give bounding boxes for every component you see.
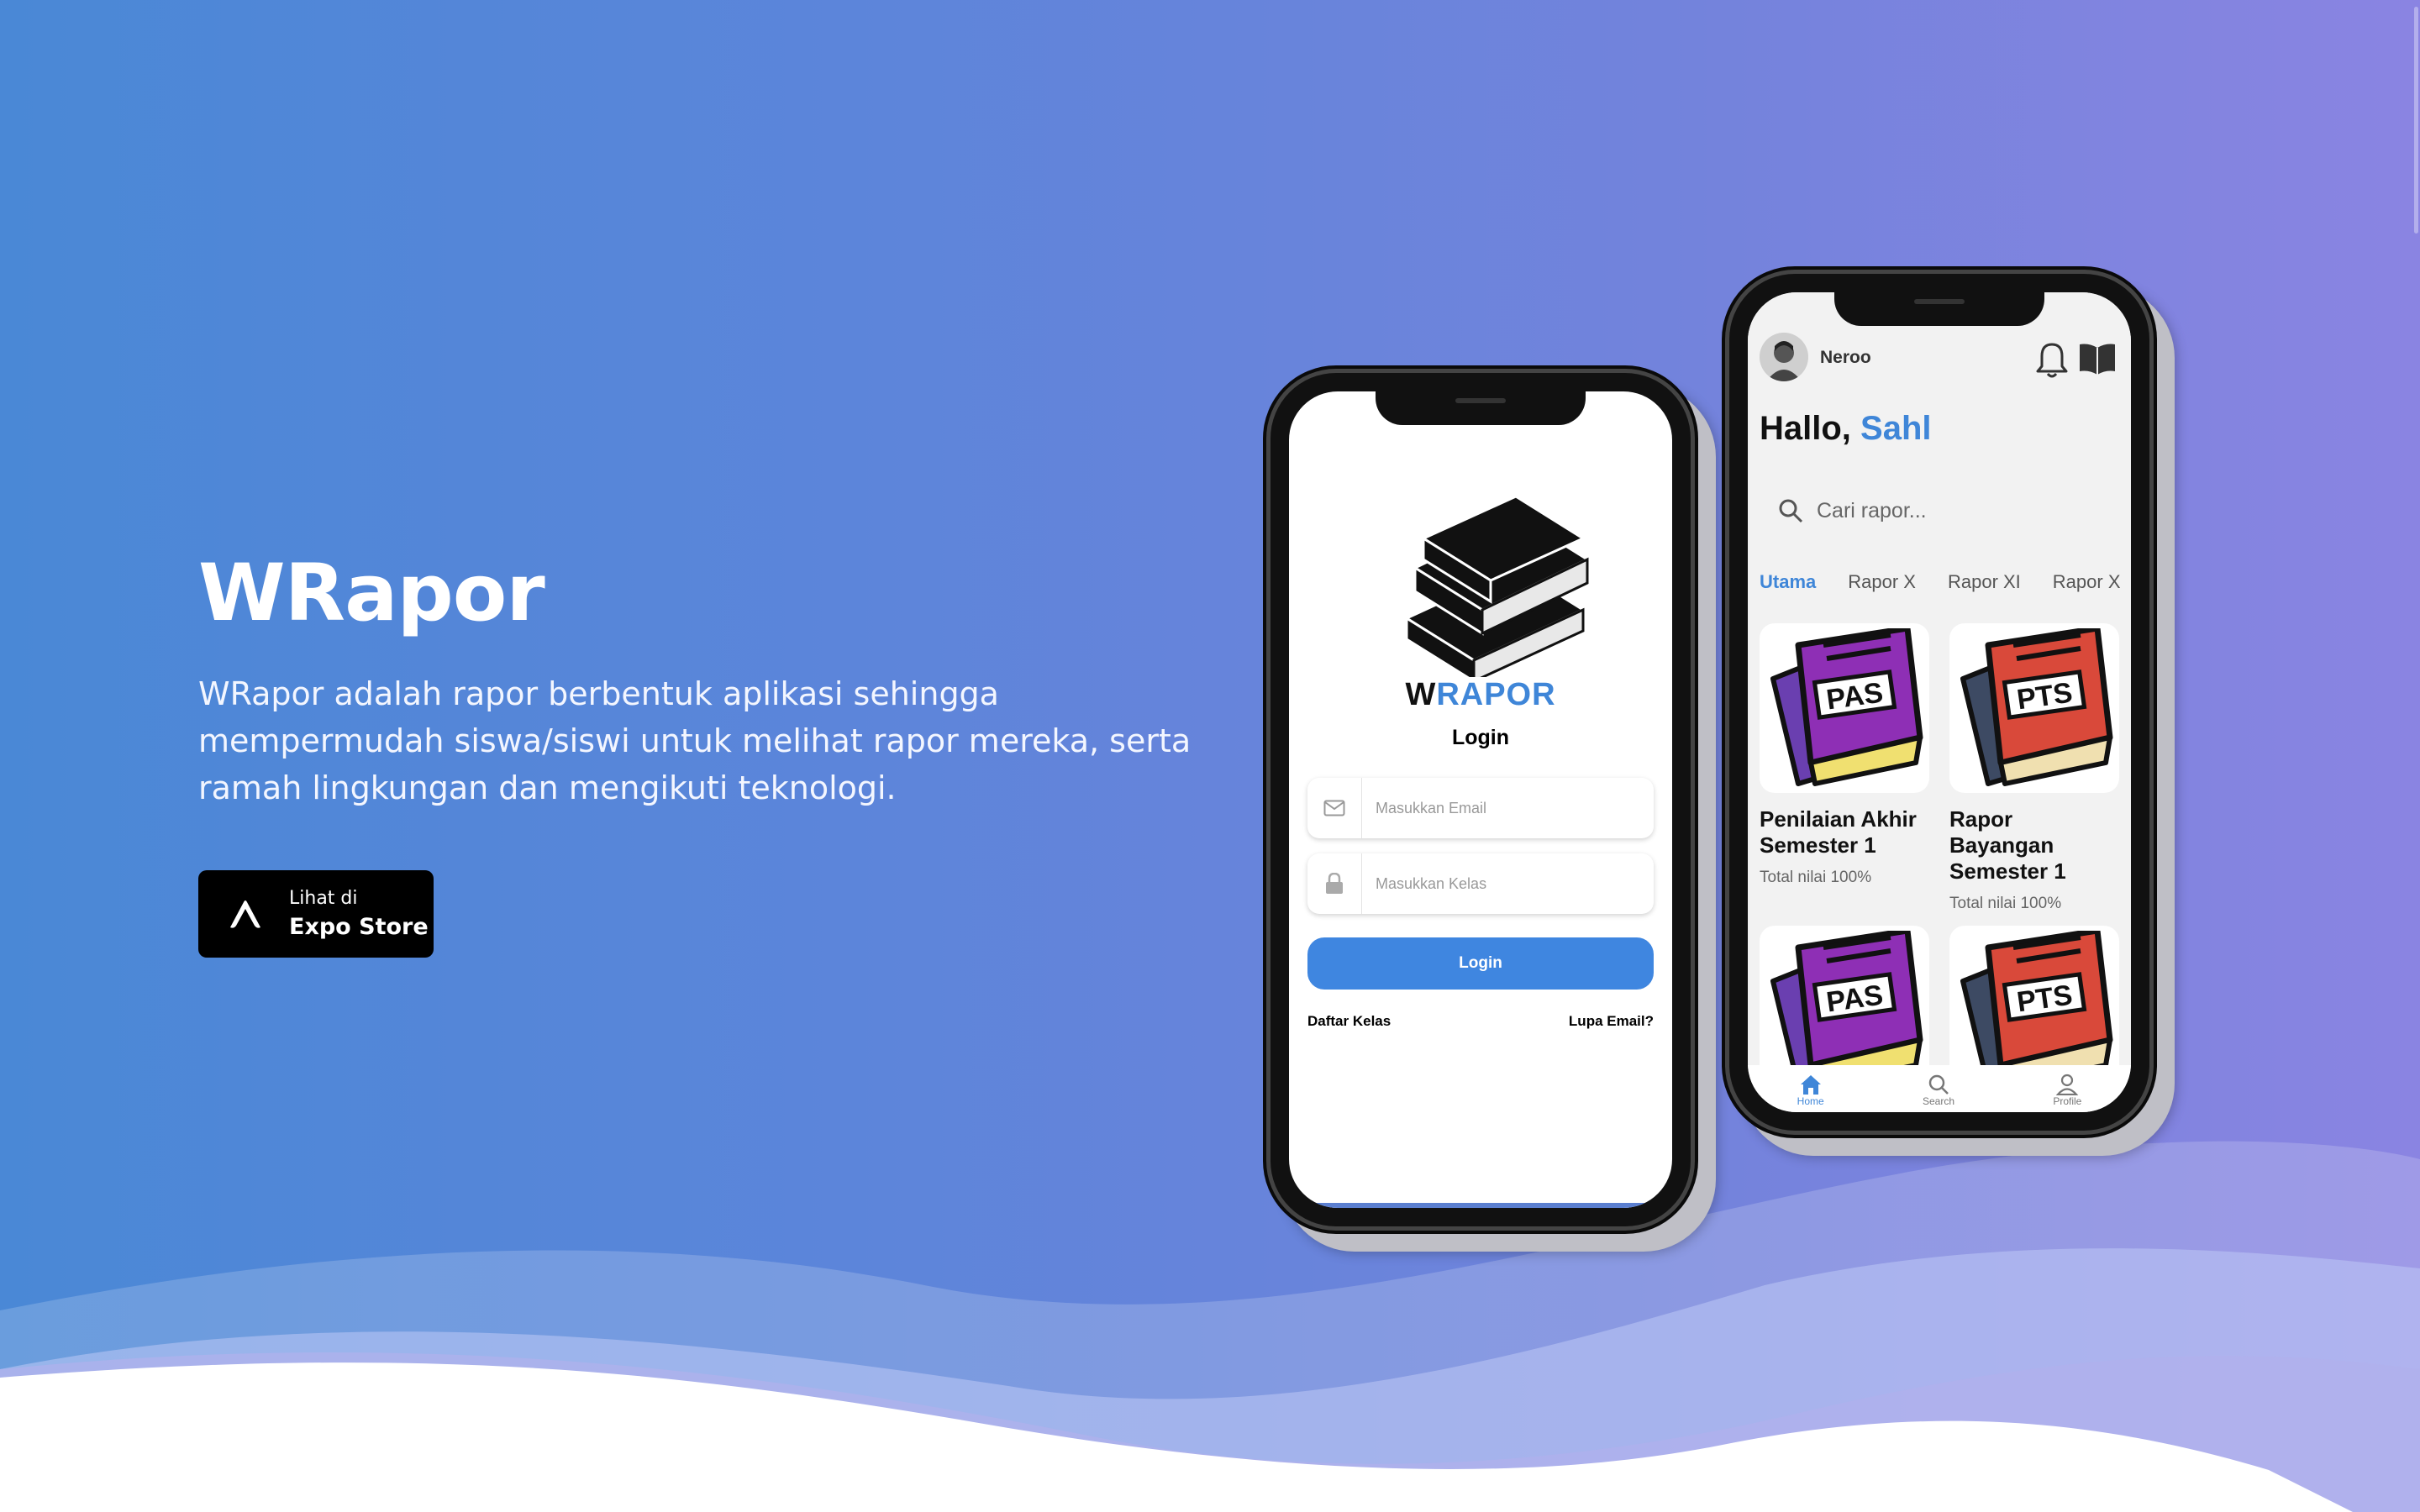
nav-search[interactable]: Search bbox=[1923, 1074, 1954, 1107]
scrollbar[interactable] bbox=[2413, 0, 2420, 1512]
tab-rapor-xi[interactable]: Rapor XI bbox=[1948, 571, 2021, 593]
kelas-field[interactable] bbox=[1307, 853, 1654, 914]
rapor-card[interactable]: PAS Penilaian Akhir Semester 1 Total nil… bbox=[1760, 623, 1929, 887]
search-input[interactable] bbox=[1815, 497, 2070, 524]
search-icon bbox=[1928, 1074, 1949, 1095]
home-icon bbox=[1800, 1075, 1821, 1095]
login-brand: WRAPOR bbox=[1405, 677, 1556, 712]
email-field[interactable] bbox=[1307, 778, 1654, 838]
pts-book-icon: PTS bbox=[1949, 623, 2119, 793]
avatar[interactable] bbox=[1760, 333, 1808, 381]
phone-mockup-home: Neroo Hallo, Sahl Utama Rapor X Rapor XI… bbox=[1729, 274, 2149, 1131]
home-screen: Neroo Hallo, Sahl Utama Rapor X Rapor XI… bbox=[1748, 292, 2131, 1112]
tab-rapor-xii[interactable]: Rapor XII bbox=[2053, 571, 2121, 593]
screen-bottom-bar bbox=[1289, 1203, 1672, 1208]
login-links: Daftar Kelas Lupa Email? bbox=[1307, 1013, 1654, 1030]
rapor-card[interactable]: PTS Rapor Bayangan Semester 1 Total nila… bbox=[1949, 623, 2119, 913]
tab-utama[interactable]: Utama bbox=[1760, 571, 1816, 593]
card-subtitle: Total nilai 100% bbox=[1760, 869, 1872, 886]
phone-notch bbox=[1376, 391, 1586, 425]
login-button[interactable]: Login bbox=[1307, 937, 1654, 990]
phone-notch bbox=[1834, 292, 2044, 326]
bottom-nav: Home Search Profile bbox=[1748, 1065, 2131, 1112]
rapor-tabs: Utama Rapor X Rapor XI Rapor XII bbox=[1760, 571, 2121, 593]
kelas-input[interactable] bbox=[1374, 874, 1629, 894]
nav-home[interactable]: Home bbox=[1797, 1074, 1824, 1107]
hero-description: WRapor adalah rapor berbentuk aplikasi s… bbox=[198, 675, 1192, 807]
scrollbar-thumb[interactable] bbox=[2414, 7, 2418, 234]
books-logo-icon bbox=[1403, 495, 1591, 677]
greeting: Hallo, Sahl bbox=[1760, 410, 1932, 447]
card-title: Penilaian Akhir Semester 1 bbox=[1760, 806, 1917, 858]
expo-store-button[interactable]: Lihat di Expo Store bbox=[198, 870, 434, 958]
hero-section: WRapor WRapor adalah rapor berbentuk apl… bbox=[198, 550, 1207, 811]
nav-home-label: Home bbox=[1797, 1095, 1824, 1107]
nav-profile-label: Profile bbox=[2053, 1095, 2082, 1107]
nav-profile[interactable]: Profile bbox=[2053, 1074, 2081, 1107]
tab-rapor-x[interactable]: Rapor X bbox=[1848, 571, 1916, 593]
username: Neroo bbox=[1820, 348, 1871, 367]
background-waves bbox=[0, 1141, 2420, 1512]
phone-mockup-login: WRAPOR Login Login Daftar Kelas Lupa Ema… bbox=[1270, 373, 1691, 1226]
search-icon bbox=[1779, 499, 1803, 523]
profile-icon bbox=[2056, 1074, 2079, 1095]
login-screen: WRAPOR Login Login Daftar Kelas Lupa Ema… bbox=[1289, 391, 1672, 1208]
card-subtitle: Total nilai 100% bbox=[1949, 895, 2062, 912]
card-title: Rapor Bayangan Semester 1 bbox=[1949, 806, 2066, 884]
mail-icon bbox=[1307, 778, 1362, 838]
search-bar[interactable] bbox=[1760, 479, 2112, 543]
bell-icon[interactable] bbox=[2033, 339, 2070, 380]
daftar-kelas-link[interactable]: Daftar Kelas bbox=[1307, 1013, 1391, 1030]
email-input[interactable] bbox=[1374, 798, 1629, 818]
book-icon[interactable] bbox=[2077, 341, 2118, 376]
expo-logo-icon bbox=[230, 900, 260, 928]
nav-search-label: Search bbox=[1922, 1095, 1955, 1107]
lupa-email-link[interactable]: Lupa Email? bbox=[1569, 1013, 1654, 1030]
pas-book-icon: PAS bbox=[1760, 623, 1929, 793]
expo-button-label: Expo Store bbox=[289, 914, 429, 940]
login-title: Login bbox=[1451, 726, 1510, 749]
hero-title: WRapor bbox=[198, 548, 545, 639]
expo-button-small-label: Lihat di bbox=[289, 888, 358, 909]
lock-icon bbox=[1307, 853, 1362, 914]
